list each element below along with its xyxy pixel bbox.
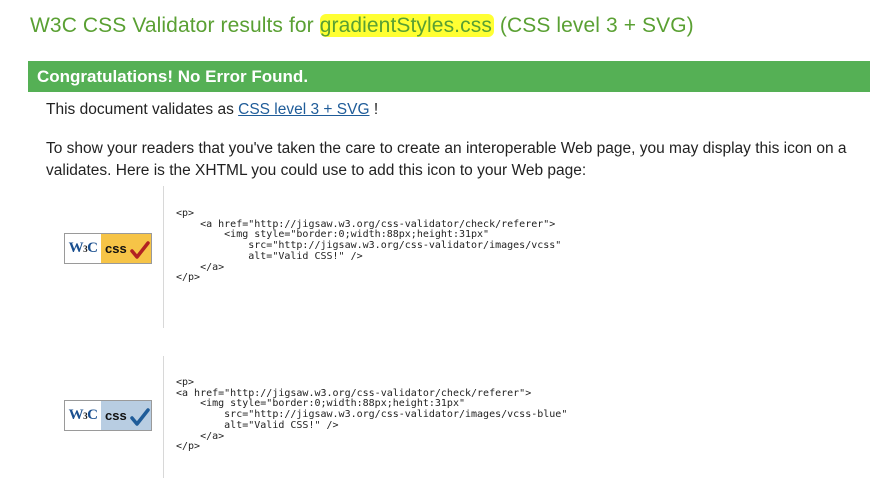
validation-suffix: ! xyxy=(369,101,379,118)
valid-css-badge-blue[interactable]: W3C css xyxy=(64,400,152,431)
page-title: W3C CSS Validator results for gradientSt… xyxy=(30,14,694,38)
instructions-line-2: validates. Here is the XHTML you could u… xyxy=(46,162,587,179)
instructions-line-1: To show your readers that you've taken t… xyxy=(46,140,847,157)
code-snippet-blue: <p> <a href="http://jigsaw.w3.org/css-va… xyxy=(176,377,568,453)
css-level-link[interactable]: CSS level 3 + SVG xyxy=(238,101,369,118)
readers-instructions: To show your readers that you've taken t… xyxy=(46,138,847,182)
checkmark-icon xyxy=(130,408,150,426)
title-prefix: W3C CSS Validator results for xyxy=(30,14,320,37)
code-divider xyxy=(163,186,164,328)
w3c-logo: W3C xyxy=(65,234,101,263)
file-name: gradientStyles.css xyxy=(319,14,494,37)
css-label: css xyxy=(101,401,151,430)
validation-prefix: This document validates as xyxy=(46,101,239,118)
code-snippet-gold: <p> <a href="http://jigsaw.w3.org/css-va… xyxy=(176,208,562,284)
css-label: css xyxy=(101,234,151,263)
success-banner: Congratulations! No Error Found. xyxy=(28,61,870,92)
title-suffix: (CSS level 3 + SVG) xyxy=(493,14,694,37)
code-divider xyxy=(163,356,164,478)
validation-message: This document validates as CSS level 3 +… xyxy=(46,101,378,119)
w3c-logo: W3C xyxy=(65,401,101,430)
checkmark-icon xyxy=(130,241,150,259)
valid-css-badge-gold[interactable]: W3C css xyxy=(64,233,152,264)
